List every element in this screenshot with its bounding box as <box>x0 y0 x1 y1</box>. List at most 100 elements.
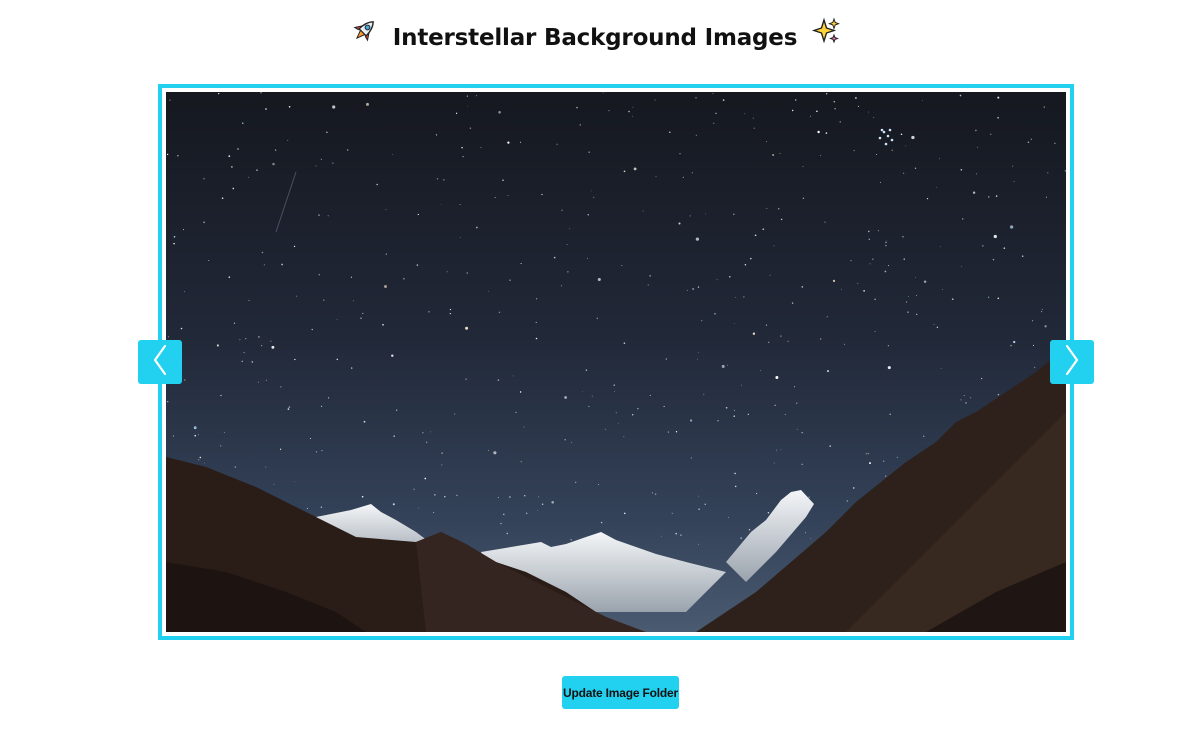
star <box>942 289 944 291</box>
star <box>857 105 860 107</box>
star <box>921 100 923 101</box>
star <box>600 521 603 524</box>
star <box>449 308 452 311</box>
star <box>507 141 510 144</box>
next-image-button[interactable] <box>1050 340 1094 384</box>
star <box>281 263 283 266</box>
star <box>744 264 747 266</box>
star <box>434 494 436 496</box>
star <box>459 204 461 205</box>
star <box>780 218 783 221</box>
star <box>597 277 601 282</box>
star <box>792 109 794 112</box>
star <box>502 179 504 182</box>
star <box>456 494 458 497</box>
star <box>868 238 871 241</box>
star <box>166 400 169 403</box>
star <box>203 178 205 180</box>
star <box>1032 344 1035 346</box>
star <box>951 298 954 301</box>
star <box>741 384 742 386</box>
star <box>701 320 703 322</box>
star <box>520 141 522 143</box>
star <box>519 391 522 393</box>
star <box>416 264 419 266</box>
star <box>716 279 718 281</box>
star <box>804 532 807 534</box>
star <box>570 539 572 541</box>
star <box>704 503 706 505</box>
star <box>245 338 247 340</box>
star <box>422 432 424 434</box>
star <box>1009 225 1014 229</box>
star <box>747 413 749 415</box>
star <box>403 277 405 280</box>
star <box>193 426 197 430</box>
star <box>669 131 671 133</box>
star <box>867 111 869 113</box>
star <box>177 155 179 157</box>
star <box>288 406 291 408</box>
star <box>712 92 714 94</box>
star <box>729 276 731 278</box>
star <box>997 297 1000 300</box>
star <box>198 459 200 461</box>
chevron-right-icon <box>1062 343 1082 381</box>
star <box>273 483 275 485</box>
star <box>318 214 320 216</box>
star <box>443 179 445 181</box>
star <box>743 296 745 298</box>
star <box>663 405 665 407</box>
rocket-icon <box>349 16 379 60</box>
star <box>780 449 782 451</box>
star <box>173 235 176 238</box>
star <box>874 298 876 301</box>
star <box>914 167 917 169</box>
star <box>541 193 543 196</box>
star <box>623 436 625 438</box>
star <box>888 128 892 132</box>
star <box>926 197 929 200</box>
star <box>270 340 272 342</box>
star <box>647 284 649 286</box>
star <box>834 108 836 110</box>
star <box>203 221 205 224</box>
star <box>768 341 770 343</box>
star <box>748 529 751 531</box>
star <box>880 181 881 183</box>
star <box>992 258 995 261</box>
star <box>997 393 1000 396</box>
star <box>503 513 505 516</box>
star <box>440 204 442 206</box>
star <box>234 466 237 468</box>
star <box>816 110 818 113</box>
star <box>888 265 890 267</box>
star <box>733 213 735 216</box>
star <box>907 296 909 298</box>
star <box>637 408 639 410</box>
star <box>825 93 828 95</box>
star <box>353 300 355 302</box>
star <box>734 409 735 411</box>
star <box>826 370 830 373</box>
star <box>228 155 231 157</box>
star <box>801 432 803 434</box>
star <box>287 408 290 410</box>
star <box>633 167 637 171</box>
star <box>613 384 615 386</box>
star <box>480 147 482 148</box>
star <box>703 393 705 395</box>
star <box>569 228 571 230</box>
star <box>228 276 231 278</box>
title-text: Interstellar Background Images <box>392 25 798 51</box>
star <box>923 435 925 437</box>
star <box>749 257 752 260</box>
update-image-folder-button[interactable]: Update Image Folder <box>562 676 679 709</box>
star <box>173 242 175 245</box>
prev-image-button[interactable] <box>138 340 182 384</box>
star <box>990 133 992 135</box>
star <box>446 271 448 273</box>
star <box>231 166 233 168</box>
star <box>972 191 976 194</box>
star <box>248 299 250 301</box>
